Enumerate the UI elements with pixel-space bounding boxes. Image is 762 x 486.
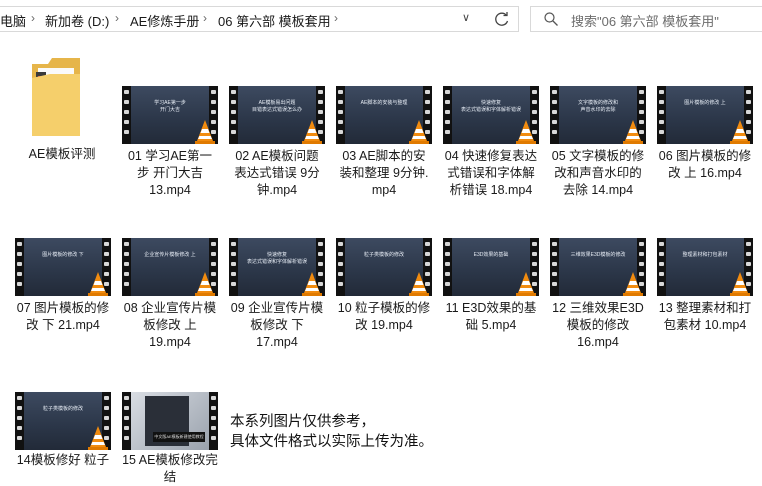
thumbnail-text: 图片模板的修改 下 [42, 252, 84, 258]
chevron-right-icon[interactable]: › [115, 11, 119, 25]
thumbnail-text: 粒子类模板的修改 [42, 406, 83, 412]
vlc-cone-icon [302, 120, 322, 144]
chevron-right-icon[interactable]: › [203, 11, 207, 25]
thumbnail-text: 企业宣传片模板修改 上 [144, 252, 196, 258]
search-input[interactable]: 搜索"06 第六部 模板套用" [571, 11, 719, 30]
thumbnail-text: 文字模板的修改和 [577, 100, 618, 106]
file-label: 04 快速修复表达 式错误和字体解 析错误 18.mp4 [444, 149, 538, 197]
file-label: 01 学习AE第一步 开门大吉 13.mp4 [127, 149, 213, 197]
vlc-cone-icon [730, 120, 750, 144]
crumb-folder[interactable]: AE修炼手册 [130, 11, 199, 30]
file-label: 02 AE模板问题 表达式错误 9分 钟.mp4 [234, 149, 320, 197]
thumbnail-text: 整理素材和打包素材 [682, 252, 728, 258]
file-label: 15 AE模板修改完结 [122, 453, 218, 484]
file-label: AE模板评测 [28, 147, 96, 161]
thumbnail-text: 快速修复 [266, 252, 287, 258]
vlc-cone-icon [516, 272, 536, 296]
disclaimer-note: 本系列图片仅供参考， 具体文件格式以实际上传为准。 [230, 412, 433, 452]
thumbnail-text: 粒子类模板的修改 [363, 252, 404, 258]
thumbnail-text: 图片模板的修改 上 [684, 100, 726, 106]
thumbnail-text: 快速修复 [480, 100, 501, 106]
file-label: 11 E3D效果的基础 5.mp4 [445, 301, 537, 332]
thumbnail-text: 中文版AE模板新建使用教程 [153, 432, 205, 442]
file-label: 10 粒子模板的修改 19.mp4 [337, 301, 431, 332]
file-label: 08 企业宣传片模 板修改 上 19.mp4 [123, 301, 217, 349]
file-label: 09 企业宣传片模 板修改 下 17.mp4 [230, 301, 324, 349]
vlc-cone-icon [195, 120, 215, 144]
file-label: 14模板修好 粒子 [16, 453, 110, 467]
thumbnail-text: AE模板易出问题 [258, 100, 296, 106]
vlc-cone-icon [730, 272, 750, 296]
chevron-right-icon[interactable]: › [31, 11, 35, 25]
chevron-right-icon[interactable]: › [334, 11, 338, 25]
address-bar: 电脑 › 新加卷 (D:) › AE修炼手册 › 06 第六部 模板套用 › ∨… [0, 0, 762, 38]
vlc-cone-icon [195, 272, 215, 296]
video-thumbnail: 中文版AE模板新建使用教程 [122, 392, 218, 450]
thumbnail-text: 目错表达式错误怎么办 [251, 107, 302, 113]
vlc-cone-icon [623, 120, 643, 144]
file-label: 13 整理素材和打 包素材 10.mp4 [658, 301, 752, 332]
file-label: 03 AE脚本的安 装和整理 9分钟. mp4 [339, 149, 429, 197]
crumb-drive[interactable]: 新加卷 (D:) [45, 11, 109, 30]
thumbnail-text: 学习AE第一步 [154, 100, 186, 106]
vlc-cone-icon [88, 426, 108, 450]
breadcrumb[interactable]: 电脑 › 新加卷 (D:) › AE修炼手册 › 06 第六部 模板套用 › ∨ [0, 6, 519, 32]
thumbnail-text: 表达式错误和字体解析错误 [246, 259, 307, 265]
note-line: 本系列图片仅供参考， [230, 414, 375, 430]
search-box[interactable]: 搜索"06 第六部 模板套用" [530, 6, 762, 32]
folder-icon [32, 58, 80, 136]
chevron-down-icon[interactable]: ∨ [462, 11, 470, 24]
vlc-cone-icon [302, 272, 322, 296]
thumbnail-text: 开门大吉 [159, 107, 180, 113]
vlc-cone-icon [88, 272, 108, 296]
vlc-cone-icon [516, 120, 536, 144]
file-label: 05 文字模板的修 改和声音水印的 去除 14.mp4 [551, 149, 645, 197]
vlc-cone-icon [409, 120, 429, 144]
search-icon [544, 12, 558, 26]
thumbnail-text: E3D效果的基础 [473, 252, 509, 258]
file-label: 07 图片模板的修改 下 21.mp4 [16, 301, 110, 332]
vlc-cone-icon [623, 272, 643, 296]
thumbnail-text: 声音水印的去除 [580, 107, 616, 113]
vlc-cone-icon [409, 272, 429, 296]
refresh-icon[interactable] [490, 7, 514, 31]
file-label: 06 图片模板的修改 上 16.mp4 [658, 149, 752, 180]
crumb-computer[interactable]: 电脑 [0, 11, 26, 30]
thumbnail-text: 三维效果E3D模板的修改 [570, 252, 626, 258]
thumbnail-text: AE脚本的安装与整理 [360, 100, 408, 106]
note-line: 具体文件格式以实际上传为准。 [230, 434, 433, 450]
file-label: 12 三维效果E3D 模板的修改 16.mp4 [552, 301, 644, 349]
crumb-current[interactable]: 06 第六部 模板套用 [218, 11, 331, 30]
thumbnail-text: 表达式错误和字体解析错误 [460, 107, 521, 113]
